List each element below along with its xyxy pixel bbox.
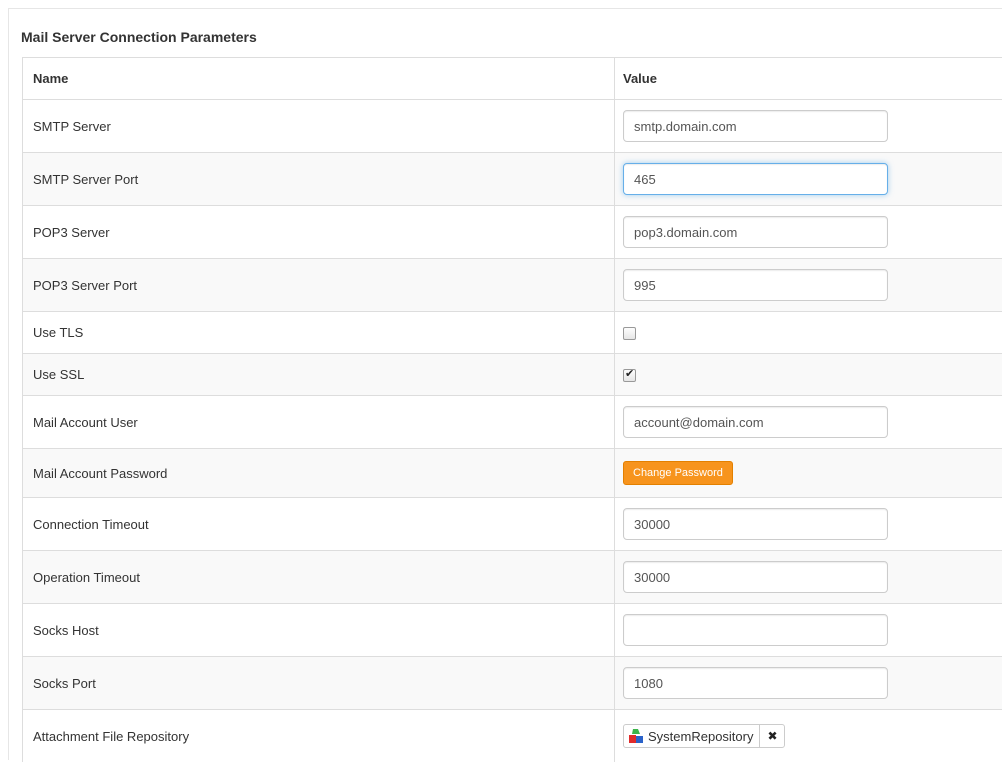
table-row: Socks Host — [23, 604, 1002, 657]
operation-timeout-label: Operation Timeout — [23, 551, 615, 604]
table-row: Mail Account Password Change Password — [23, 449, 1002, 498]
change-password-button[interactable]: Change Password — [623, 461, 733, 485]
smtp-port-input[interactable] — [623, 163, 888, 195]
table-row: Connection Timeout — [23, 498, 1002, 551]
repository-shapes-icon — [628, 728, 644, 744]
smtp-server-label: SMTP Server — [23, 100, 615, 153]
use-tls-label: Use TLS — [23, 312, 615, 354]
table-row: Mail Account User — [23, 396, 1002, 449]
table-row: Socks Port — [23, 657, 1002, 710]
socks-port-input[interactable] — [623, 667, 888, 699]
socks-port-label: Socks Port — [23, 657, 615, 710]
mail-account-user-input[interactable] — [623, 406, 888, 438]
table-row: Operation Timeout — [23, 551, 1002, 604]
attachment-repository-label: Attachment File Repository — [23, 710, 615, 762]
socks-host-label: Socks Host — [23, 604, 615, 657]
mail-server-panel: Mail Server Connection Parameters Name V… — [8, 8, 1002, 760]
table-row: Attachment File Repository SystemReposit… — [23, 710, 1002, 762]
connection-timeout-input[interactable] — [623, 508, 888, 540]
table-row: POP3 Server — [23, 206, 1002, 259]
socks-host-input[interactable] — [623, 614, 888, 646]
pop3-server-label: POP3 Server — [23, 206, 615, 259]
table-row: Use TLS — [23, 312, 1002, 354]
repository-name: SystemRepository — [648, 729, 753, 744]
panel-title: Mail Server Connection Parameters — [21, 29, 257, 45]
close-x-icon[interactable]: ✖ — [760, 725, 784, 747]
use-tls-checkbox[interactable] — [623, 327, 636, 340]
table-row: POP3 Server Port — [23, 259, 1002, 312]
pop3-port-label: POP3 Server Port — [23, 259, 615, 312]
repository-selector[interactable]: SystemRepository ✖ — [623, 724, 785, 748]
use-ssl-label: Use SSL — [23, 354, 615, 396]
pop3-port-input[interactable] — [623, 269, 888, 301]
column-header-name: Name — [23, 58, 615, 100]
table-row: SMTP Server — [23, 100, 1002, 153]
repository-chip[interactable]: SystemRepository — [624, 725, 760, 747]
table-row: SMTP Server Port — [23, 153, 1002, 206]
pop3-server-input[interactable] — [623, 216, 888, 248]
table-row: Use SSL — [23, 354, 1002, 396]
mail-account-user-label: Mail Account User — [23, 396, 615, 449]
operation-timeout-input[interactable] — [623, 561, 888, 593]
mail-account-password-label: Mail Account Password — [23, 449, 615, 498]
smtp-server-input[interactable] — [623, 110, 888, 142]
smtp-port-label: SMTP Server Port — [23, 153, 615, 206]
column-header-value: Value — [615, 58, 1002, 100]
parameters-table: Name Value SMTP Server SMTP Server Port … — [22, 57, 1002, 762]
use-ssl-checkbox[interactable] — [623, 369, 636, 382]
connection-timeout-label: Connection Timeout — [23, 498, 615, 551]
